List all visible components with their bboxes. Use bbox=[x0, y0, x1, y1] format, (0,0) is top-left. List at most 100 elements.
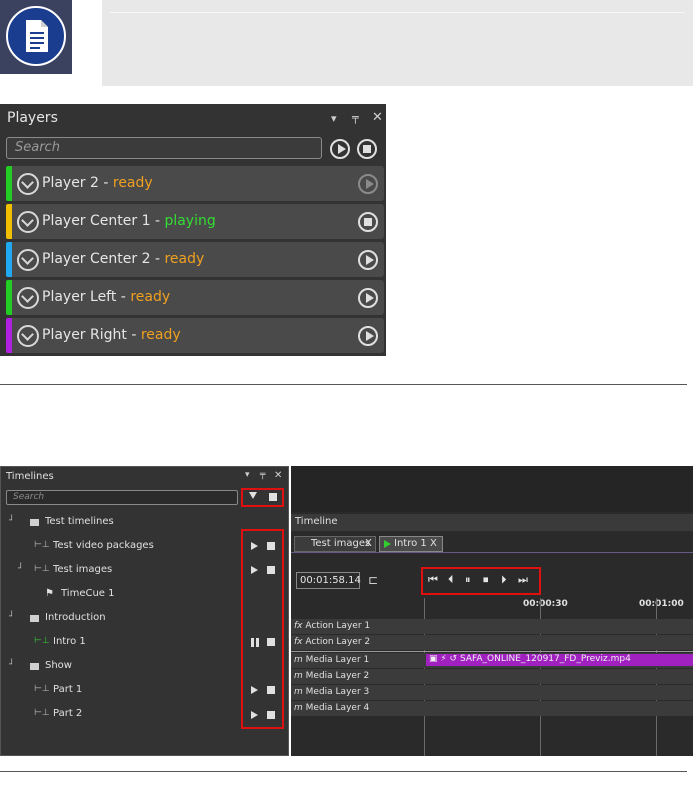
clip-icons: ▣ ⚡ ↺ bbox=[429, 654, 460, 664]
media-clip[interactable]: ▣ ⚡ ↺ SAFA_ONLINE_120917_FD_Previz.mp4 bbox=[426, 654, 693, 666]
expand-chevron-icon[interactable] bbox=[17, 287, 39, 309]
timelines-panel-title: Timelines bbox=[6, 471, 54, 482]
flag-icon: ⚑ bbox=[45, 588, 54, 599]
controls-highlight-box bbox=[241, 529, 284, 729]
divider bbox=[0, 771, 687, 772]
stop-icon bbox=[363, 145, 371, 153]
play-icon[interactable] bbox=[251, 542, 258, 550]
stop-icon[interactable] bbox=[267, 638, 275, 646]
player-label: Player Right - ready bbox=[42, 327, 181, 343]
stop-icon[interactable] bbox=[267, 566, 275, 574]
play-icon[interactable] bbox=[251, 711, 258, 719]
players-panel-header: Players ▾ ╤ ✕ bbox=[0, 104, 386, 132]
player-row[interactable]: Player Left - ready bbox=[6, 280, 384, 315]
player-color-bar bbox=[6, 242, 12, 277]
expand-chevron-icon[interactable] bbox=[17, 173, 39, 195]
timeline-toolbar-area bbox=[291, 466, 693, 512]
ruler-tick-label: 00:00:30 bbox=[523, 599, 568, 609]
player-status: ready bbox=[140, 327, 181, 343]
filter-icon[interactable] bbox=[249, 492, 257, 499]
player-color-bar bbox=[6, 318, 12, 353]
step-back-icon[interactable]: ⏴ bbox=[448, 573, 454, 587]
tab-close-icon[interactable]: X bbox=[365, 538, 372, 549]
play-all-button[interactable] bbox=[330, 139, 350, 159]
filter-highlight-box bbox=[241, 488, 284, 507]
timelines-panel: Timelines ▾ ╤ ✕ Search ┘ Test timelines ⊢… bbox=[0, 466, 289, 756]
player-status: playing bbox=[164, 213, 216, 229]
expand-chevron-icon[interactable] bbox=[17, 249, 39, 271]
pin-icon[interactable]: ╤ bbox=[352, 111, 359, 124]
ruler-tick-label: 00:01:00 bbox=[639, 599, 684, 609]
player-color-bar bbox=[6, 280, 12, 315]
tab-underline bbox=[291, 552, 693, 553]
go-to-end-icon[interactable]: ⏭ bbox=[518, 573, 528, 587]
player-label: Player Center 2 - ready bbox=[42, 251, 205, 267]
play-icon bbox=[338, 144, 346, 154]
folder-icon bbox=[30, 615, 39, 622]
player-row[interactable]: Player Center 1 - playing bbox=[6, 204, 384, 239]
timeline-header: Timeline bbox=[291, 514, 693, 531]
stop-all-button[interactable] bbox=[357, 139, 377, 159]
player-row[interactable]: Player Center 2 - ready bbox=[6, 242, 384, 277]
players-panel-title: Players bbox=[7, 110, 58, 126]
player-color-bar bbox=[6, 166, 12, 201]
play-icon bbox=[366, 179, 374, 189]
stop-icon[interactable]: ⏹ bbox=[483, 573, 489, 587]
timecode-sync-icon[interactable]: ⊏ bbox=[368, 573, 378, 587]
play-icon[interactable] bbox=[251, 566, 258, 574]
timeline-view: Timeline Test images X Intro 1X 00:01:58.… bbox=[291, 466, 693, 756]
layer-row[interactable]: fx Action Layer 1 bbox=[291, 619, 693, 634]
player-play-button[interactable] bbox=[358, 250, 378, 270]
divider bbox=[0, 384, 687, 385]
play-icon[interactable] bbox=[251, 686, 258, 694]
tab-close-icon[interactable]: X bbox=[430, 538, 437, 549]
timelines-search-input[interactable]: Search bbox=[6, 490, 238, 505]
player-play-button[interactable] bbox=[358, 174, 378, 194]
player-row[interactable]: Player Right - ready bbox=[6, 318, 384, 353]
player-stop-button[interactable] bbox=[358, 212, 378, 232]
player-status: ready bbox=[164, 251, 205, 267]
dropdown-icon[interactable]: ▾ bbox=[245, 470, 250, 480]
pause-icon[interactable]: ⏸ bbox=[465, 573, 471, 587]
player-play-button[interactable] bbox=[358, 288, 378, 308]
dropdown-icon[interactable]: ▾ bbox=[331, 112, 337, 125]
stop-all-icon[interactable] bbox=[269, 493, 277, 501]
players-panel: Players ▾ ╤ ✕ Search Player 2 - ready Pl… bbox=[0, 104, 386, 356]
play-icon bbox=[366, 255, 374, 265]
go-to-start-icon[interactable]: ⏮ bbox=[428, 573, 438, 587]
players-search-input[interactable]: Search bbox=[6, 137, 322, 159]
folder-icon bbox=[30, 519, 39, 526]
play-icon bbox=[366, 293, 374, 303]
player-status: ready bbox=[112, 175, 153, 191]
player-play-button[interactable] bbox=[358, 326, 378, 346]
step-forward-icon[interactable]: ⏵ bbox=[501, 573, 507, 587]
layer-row[interactable]: m Media Layer 2 bbox=[291, 669, 693, 684]
close-icon[interactable]: ✕ bbox=[372, 110, 383, 125]
tab-test-images[interactable]: Test images X bbox=[294, 536, 376, 552]
stop-icon[interactable] bbox=[267, 686, 275, 694]
expand-chevron-icon[interactable] bbox=[17, 211, 39, 233]
layer-row[interactable]: fx Action Layer 2 bbox=[291, 635, 693, 650]
player-color-bar bbox=[6, 204, 12, 239]
play-icon bbox=[384, 540, 391, 548]
player-label: Player Center 1 - playing bbox=[42, 213, 216, 229]
tab-intro-1[interactable]: Intro 1X bbox=[379, 536, 443, 552]
pin-icon[interactable]: ╤ bbox=[260, 470, 265, 480]
player-label: Player 2 - ready bbox=[42, 175, 153, 191]
document-note-icon-box bbox=[0, 0, 72, 74]
layer-row[interactable]: m Media Layer 3 bbox=[291, 685, 693, 700]
layer-row[interactable]: m Media Layer 4 bbox=[291, 701, 693, 716]
close-icon[interactable]: ✕ bbox=[274, 470, 282, 481]
layer-row[interactable]: m Media Layer 1 ▣ ⚡ ↺ SAFA_ONLINE_120917… bbox=[291, 653, 693, 668]
stop-icon bbox=[364, 218, 372, 226]
expand-chevron-icon[interactable] bbox=[17, 325, 39, 347]
player-label: Player Left - ready bbox=[42, 289, 171, 305]
folder-icon bbox=[30, 663, 39, 670]
pause-icon[interactable] bbox=[251, 638, 259, 647]
stop-icon[interactable] bbox=[267, 542, 275, 550]
stop-icon[interactable] bbox=[267, 711, 275, 719]
play-icon bbox=[366, 331, 374, 341]
current-time-field[interactable]: 00:01:58.14 bbox=[296, 572, 361, 589]
player-row[interactable]: Player 2 - ready bbox=[6, 166, 384, 201]
player-status: ready bbox=[130, 289, 171, 305]
